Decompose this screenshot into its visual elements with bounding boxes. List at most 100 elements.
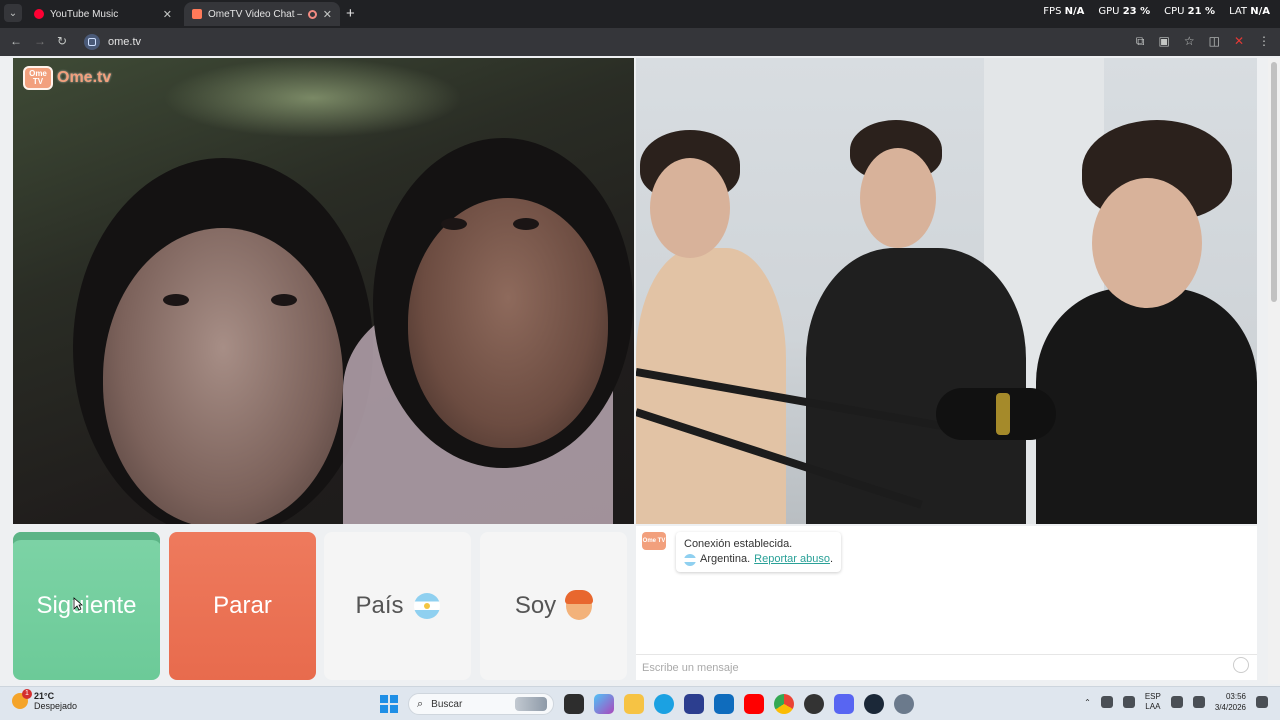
next-button[interactable]: Siguiente <box>13 532 160 680</box>
windows-start-icon[interactable] <box>380 695 398 713</box>
translate-icon[interactable]: ⧉ <box>1136 34 1145 49</box>
settings-gear-icon[interactable] <box>894 694 914 714</box>
lat-stat: LAT N/A <box>1229 6 1270 17</box>
file-explorer-icon[interactable] <box>624 694 644 714</box>
close-icon[interactable]: ✕ <box>323 8 332 21</box>
logo-badge: Ome TV <box>23 66 53 90</box>
country-line: Argentina. Reportar abuso. <box>684 552 833 567</box>
task-view-icon[interactable] <box>564 694 584 714</box>
boy-emoji-icon <box>565 590 594 620</box>
language-indicator[interactable]: ESP LAA <box>1145 692 1161 712</box>
tab-ometv[interactable]: OmeTV Video Chat — Ome ✕ <box>184 2 340 26</box>
cpu-stat: CPU 21 % <box>1164 6 1216 17</box>
person-body <box>1036 288 1257 524</box>
edge-icon[interactable] <box>654 694 674 714</box>
new-tab-button[interactable]: + <box>346 5 355 22</box>
wifi-icon[interactable] <box>1170 696 1183 708</box>
remote-video: Ome TV Ome.tv <box>13 58 634 524</box>
gender-button-label: Soy <box>514 592 557 619</box>
back-icon[interactable]: ← <box>10 34 22 48</box>
logo-text: Ome.tv <box>57 69 112 86</box>
person-face <box>103 228 343 524</box>
close-icon[interactable]: ✕ <box>163 8 172 21</box>
eye <box>271 294 297 306</box>
page-scrollbar[interactable] <box>1268 58 1280 684</box>
connection-status: Conexión establecida. <box>684 538 793 550</box>
copilot-icon[interactable] <box>594 694 614 714</box>
performance-overlay: FPS N/A GPU 23 % CPU 21 % LAT N/A <box>1043 6 1270 17</box>
taskbar-search[interactable]: ⌕ Buscar <box>408 693 554 715</box>
weather-widget[interactable]: 21°C Despejado <box>12 689 78 711</box>
argentina-flag-icon <box>684 553 696 566</box>
tab-youtube-music[interactable]: YouTube Music ✕ <box>26 2 180 26</box>
site-info-icon[interactable] <box>84 34 100 50</box>
local-video <box>636 58 1257 524</box>
windows-taskbar: 21°C Despejado ⌕ Buscar ⌃ ESP LAA <box>0 686 1280 720</box>
tab-title: YouTube Music <box>50 8 119 20</box>
reload-icon[interactable]: ↻ <box>57 34 67 48</box>
steam-icon[interactable] <box>864 694 884 714</box>
weather-desc: Despejado <box>34 701 78 711</box>
country-name: Argentina. <box>700 553 751 565</box>
obs-icon[interactable] <box>804 694 824 714</box>
tab-search-button[interactable]: ⌄ <box>4 4 22 22</box>
ceiling-light <box>163 58 463 138</box>
eye <box>441 218 467 230</box>
volume-icon[interactable] <box>1192 696 1205 708</box>
stop-button[interactable]: Parar <box>169 532 316 680</box>
bookmark-star-icon[interactable]: ☆ <box>1184 34 1195 49</box>
argentina-flag-icon <box>413 593 440 619</box>
person-face <box>1092 178 1202 308</box>
ometv-page: Ome TV Ome.tv Siguiente Parar País Soy O… <box>0 56 1280 686</box>
date: 3/4/2026 <box>1214 703 1246 712</box>
youtube-music-icon <box>34 9 44 19</box>
message-input[interactable]: Escribe un mensaje <box>636 654 1257 680</box>
toolbar-right-icons: ⧉ ▣ ☆ ◫ ✕ ⋮ <box>1136 34 1270 49</box>
country-button[interactable]: País <box>324 532 471 680</box>
chrome-icon[interactable] <box>774 694 794 714</box>
search-icon: ⌕ <box>417 697 424 710</box>
cast-icon[interactable]: ▣ <box>1158 34 1169 49</box>
search-placeholder: Buscar <box>431 698 463 710</box>
country-button-label: País <box>355 592 404 619</box>
emoji-picker-icon[interactable] <box>1233 657 1249 673</box>
youtube-icon[interactable] <box>744 694 764 714</box>
network-tray-icon[interactable] <box>1100 696 1113 708</box>
chevron-up-icon[interactable]: ⌃ <box>1084 698 1091 707</box>
gender-button[interactable]: Soy <box>480 532 627 680</box>
report-abuse-link[interactable]: Reportar abuso <box>754 553 830 565</box>
forward-icon[interactable]: → <box>34 34 46 48</box>
time: 03:56 <box>1225 692 1246 701</box>
search-highlight-image <box>515 697 547 711</box>
discord-icon[interactable] <box>834 694 854 714</box>
message-input-placeholder: Escribe un mensaje <box>642 661 739 674</box>
person-face <box>860 148 936 248</box>
address-bar[interactable]: ome.tv <box>80 31 1110 53</box>
ometv-logo[interactable]: Ome TV Ome.tv <box>23 66 111 90</box>
taskbar-apps: ⌕ Buscar <box>380 693 914 715</box>
microphone-ring <box>996 393 1010 435</box>
stop-button-label: Parar <box>213 592 272 619</box>
ometv-chat-icon: Ome TV <box>642 532 666 550</box>
notification-bell-icon[interactable] <box>1256 696 1268 708</box>
system-tray: ⌃ ESP LAA 03:56 3/4/2026 <box>1084 691 1268 713</box>
fps-stat: FPS N/A <box>1043 6 1085 17</box>
person-face <box>408 198 608 448</box>
eye <box>163 294 189 306</box>
browser-toolbar: ← → ↻ ome.tv ⧉ ▣ ☆ ◫ ✕ ⋮ <box>0 28 1280 56</box>
store-icon[interactable] <box>684 694 704 714</box>
recording-icon <box>307 9 317 19</box>
extension-x-icon[interactable]: ✕ <box>1234 34 1244 49</box>
chat-panel: Ome TV Conexión establecida. Argentina. … <box>636 526 1257 680</box>
browser-tab-bar: ⌄ YouTube Music ✕ OmeTV Video Chat — Ome… <box>0 0 1280 28</box>
scrollbar-thumb[interactable] <box>1271 62 1277 302</box>
clock[interactable]: 03:56 3/4/2026 <box>1215 691 1246 713</box>
ometv-icon <box>192 9 202 19</box>
extensions-icon[interactable]: ◫ <box>1209 34 1220 49</box>
person-face <box>650 158 730 258</box>
microphone-tray-icon[interactable] <box>1122 696 1135 708</box>
url-text: ome.tv <box>108 36 142 48</box>
eye <box>513 218 539 230</box>
outlook-icon[interactable] <box>714 694 734 714</box>
menu-kebab-icon[interactable]: ⋮ <box>1258 34 1270 49</box>
